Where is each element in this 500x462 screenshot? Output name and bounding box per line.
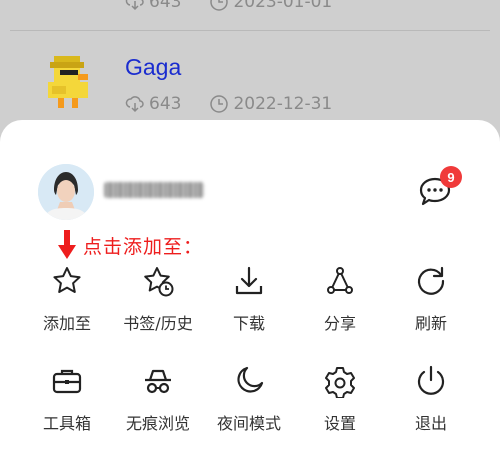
add-to-button[interactable]: 添加至 (22, 250, 112, 334)
download-count: 643 (149, 94, 182, 114)
settings-label: 设置 (323, 414, 356, 433)
username-blurred (104, 182, 204, 198)
bottom-menu-sheet: 9 点击添加至： 添加至 书签/历史 下载 分享 刷新 工具箱 无痕浏览 夜间模… (0, 120, 500, 462)
toolbox-icon (52, 369, 82, 394)
gear-icon (325, 367, 355, 398)
unread-badge: 9 (440, 166, 462, 188)
refresh-button[interactable]: 刷新 (386, 250, 476, 334)
messages-button[interactable]: 9 (418, 166, 462, 206)
incognito-button[interactable]: 无痕浏览 (113, 350, 203, 434)
bookmarks-history-label: 书签/历史 (123, 314, 193, 333)
date-text: 2022-12-31 (233, 94, 333, 114)
night-mode-label: 夜间模式 (216, 414, 281, 433)
moon-icon (237, 366, 264, 393)
exit-button[interactable]: 退出 (386, 350, 476, 434)
incognito-label: 无痕浏览 (125, 414, 190, 433)
star-clock-icon (144, 267, 174, 297)
bookmarks-history-button[interactable]: 书签/历史 (113, 250, 203, 334)
avatar[interactable] (38, 164, 94, 220)
item-meta: 643 2022-12-31 (125, 94, 332, 114)
night-mode-button[interactable]: 夜间模式 (204, 350, 294, 434)
item-meta: 643 2023-01-01 (125, 0, 332, 12)
cloud-download-icon (125, 0, 144, 11)
toolbox-label: 工具箱 (42, 414, 91, 433)
clock-icon (210, 95, 229, 113)
date-text: 2023-01-01 (233, 0, 333, 12)
settings-button[interactable]: 设置 (295, 350, 385, 434)
app-title[interactable]: Gaga (125, 54, 181, 81)
refresh-label: 刷新 (414, 314, 447, 333)
add-to-label: 添加至 (42, 314, 91, 333)
share-icon (327, 267, 353, 294)
exit-label: 退出 (414, 414, 447, 433)
cloud-download-icon (125, 96, 144, 113)
duck-app-icon (48, 56, 88, 108)
download-button[interactable]: 下载 (204, 250, 294, 334)
user-portrait-icon (38, 164, 94, 220)
menu-row-2: 工具箱 无痕浏览 夜间模式 设置 退出 (0, 350, 500, 440)
incognito-icon (145, 369, 171, 394)
share-button[interactable]: 分享 (295, 250, 385, 334)
list-item[interactable]: Gaga 643 2022-12-31 (10, 30, 490, 130)
download-count: 643 (149, 0, 182, 12)
list-item[interactable]: 643 2023-01-01 (10, 0, 490, 31)
clock-icon (210, 0, 229, 11)
menu-row-1: 添加至 书签/历史 下载 分享 刷新 (0, 250, 500, 340)
download-icon (235, 266, 263, 295)
download-label: 下载 (232, 314, 265, 333)
toolbox-button[interactable]: 工具箱 (22, 350, 112, 434)
share-label: 分享 (323, 314, 356, 333)
power-icon (417, 365, 445, 395)
refresh-icon (417, 266, 445, 295)
star-icon (53, 267, 81, 293)
